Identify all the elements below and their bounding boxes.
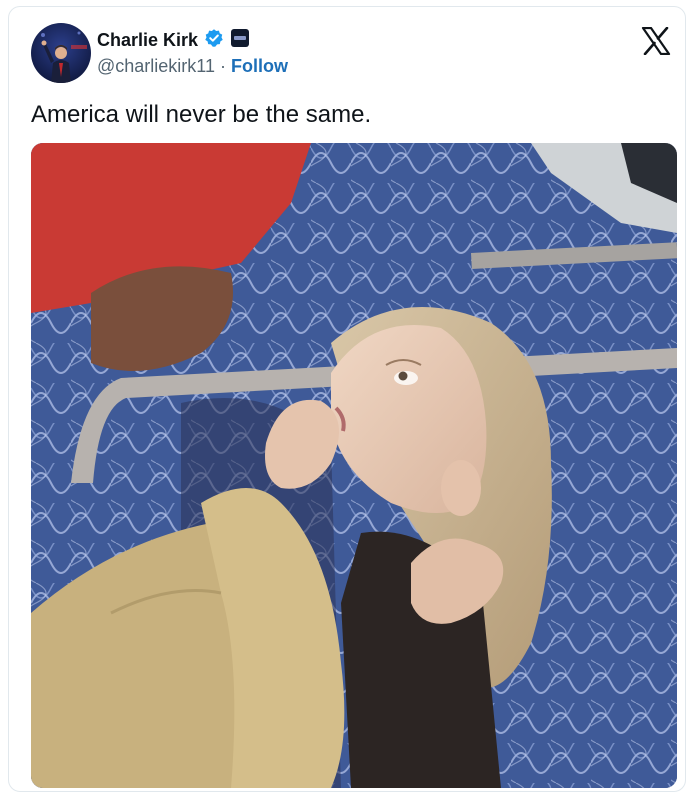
tweet-card: Charlie Kirk @charliekirk11 · Follow Ame… (8, 6, 686, 792)
author-name[interactable]: Charlie Kirk (97, 30, 198, 51)
affiliation-badge-icon[interactable] (230, 28, 250, 53)
x-logo-icon[interactable] (641, 26, 671, 56)
author-avatar[interactable] (31, 23, 91, 83)
verified-badge-icon (204, 28, 224, 53)
tweet-media-photo[interactable] (31, 143, 677, 788)
separator-dot: · (220, 56, 226, 76)
author-handle[interactable]: @charliekirk11 (97, 56, 215, 76)
tweet-text: America will never be the same. (31, 101, 372, 128)
follow-button[interactable]: Follow (231, 56, 288, 76)
